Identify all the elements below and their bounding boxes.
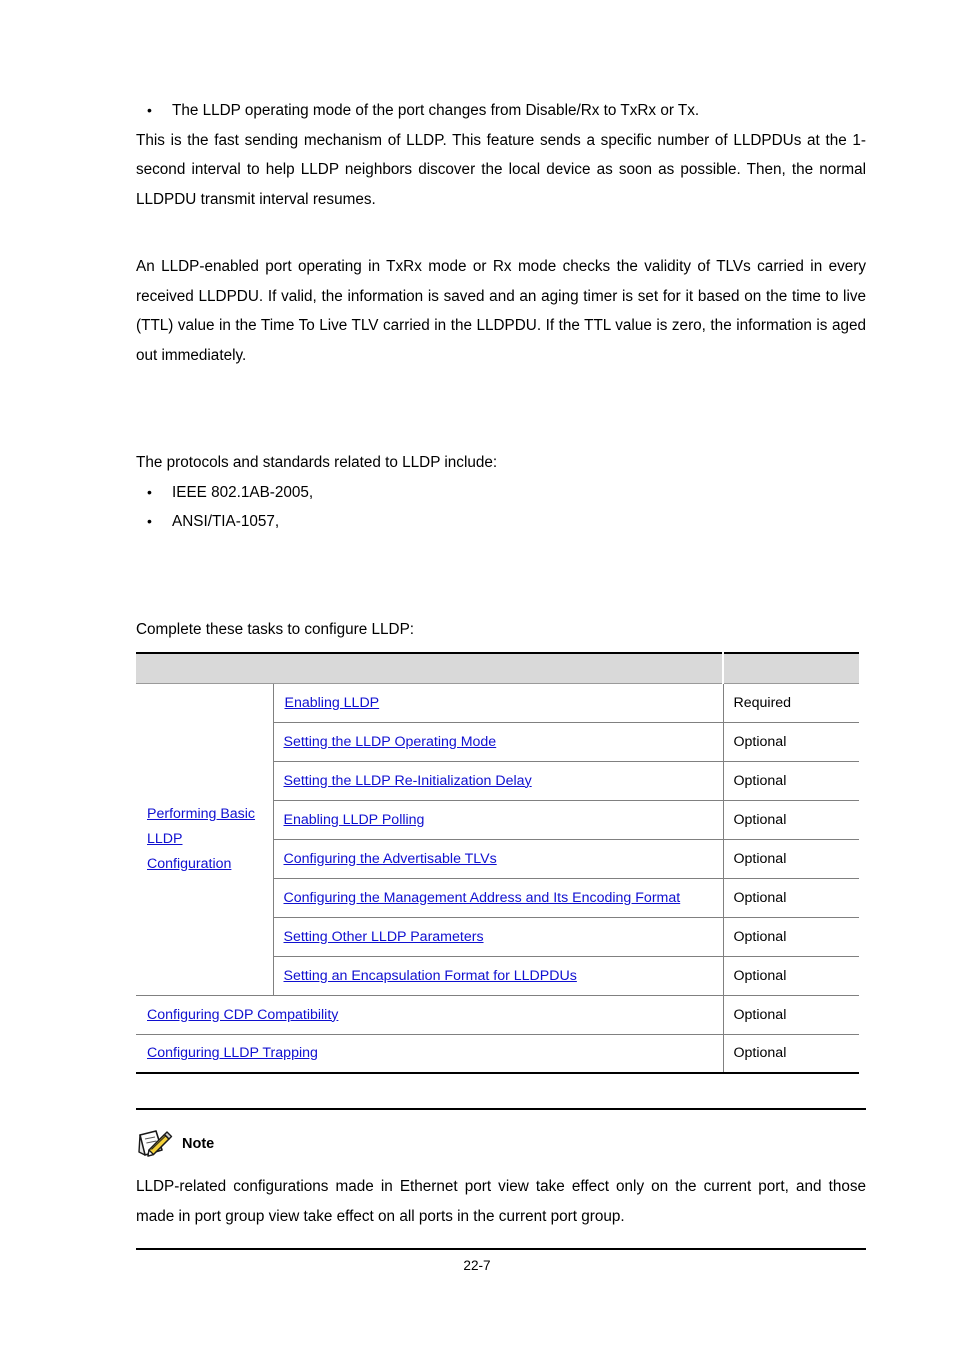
table-task-cell: Setting the LLDP Re-Initialization Delay	[273, 761, 723, 801]
table-requirement-cell: Optional	[722, 917, 859, 957]
group-link-line[interactable]: Performing Basic	[147, 806, 255, 822]
group-link-line[interactable]: LLDP	[147, 831, 183, 847]
task-link-advertisable-tlvs[interactable]: Configuring the Advertisable TLVs	[284, 851, 497, 867]
task-link-lldp-trapping[interactable]: Configuring LLDP Trapping	[147, 1045, 318, 1061]
task-link-setting-operating-mode[interactable]: Setting the LLDP Operating Mode	[284, 734, 497, 750]
table-task-cell: Configuring the Management Address and I…	[273, 878, 723, 918]
paragraph-ttl-aging: An LLDP-enabled port operating in TxRx m…	[136, 258, 866, 364]
performing-basic-lldp-configuration-link[interactable]: Performing Basic LLDP Configuration	[147, 806, 255, 872]
table-row: Performing Basic LLDP Configuration Enab…	[136, 683, 859, 996]
configuration-task-table: Performing Basic LLDP Configuration Enab…	[136, 652, 859, 1074]
table-task-cell: Configuring CDP Compatibility	[136, 995, 723, 1035]
note-callout: Note LLDP-related configurations made in…	[136, 1108, 866, 1250]
table-task-cell: Configuring the Advertisable TLVs	[273, 839, 723, 879]
table-requirement-cell: Optional	[722, 800, 859, 840]
page-content: The LLDP operating mode of the port chan…	[136, 96, 866, 1250]
table-requirement-cell: Optional	[722, 878, 859, 918]
top-bullet-list: The LLDP operating mode of the port chan…	[136, 96, 866, 126]
table-task-cell: Setting Other LLDP Parameters	[273, 917, 723, 957]
protocols-bullet-list: IEEE 802.1AB-2005, ANSI/TIA-1057,	[136, 478, 866, 537]
list-item: IEEE 802.1AB-2005,	[136, 478, 866, 508]
list-item: The LLDP operating mode of the port chan…	[136, 96, 866, 126]
table-header-requirement-cell	[723, 652, 859, 684]
table-requirement-cell: Optional	[722, 722, 859, 762]
table-task-cell: Configuring LLDP Trapping	[136, 1034, 723, 1074]
table-task-cell: Setting an Encapsulation Format for LLDP…	[273, 956, 723, 996]
table-requirement-cell: Optional	[722, 839, 859, 879]
task-link-cdp-compatibility[interactable]: Configuring CDP Compatibility	[147, 1007, 338, 1023]
document-page: The LLDP operating mode of the port chan…	[0, 0, 954, 1350]
table-requirement-cell: Optional	[722, 1034, 859, 1074]
protocol-standard-label: ANSI/TIA-1057,	[172, 513, 280, 530]
table-task-cell: Enabling LLDP	[273, 683, 723, 723]
table-task-cell: Setting the LLDP Operating Mode	[273, 722, 723, 762]
protocols-lead-in: The protocols and standards related to L…	[136, 454, 498, 471]
group-link-line[interactable]: Configuration	[147, 856, 231, 872]
table-header-row	[136, 652, 859, 684]
note-header: Note	[136, 1124, 866, 1164]
table-requirement-cell: Required	[722, 683, 859, 723]
table-requirement-cell: Optional	[722, 761, 859, 801]
note-body-text: LLDP-related configurations made in Ethe…	[136, 1178, 866, 1225]
table-task-cell: Enabling LLDP Polling	[273, 800, 723, 840]
page-footer: 22-7	[0, 1258, 954, 1273]
table-group-cell: Performing Basic LLDP Configuration	[136, 683, 274, 996]
table-row: Configuring LLDP Trapping Optional	[136, 1034, 859, 1074]
note-top-rule	[136, 1108, 866, 1110]
table-requirement-cell: Optional	[722, 995, 859, 1035]
task-link-reinitialization-delay[interactable]: Setting the LLDP Re-Initialization Delay	[284, 773, 532, 789]
task-link-enabling-lldp-polling[interactable]: Enabling LLDP Polling	[284, 812, 425, 828]
note-label: Note	[182, 1136, 215, 1152]
paragraph-fast-sending: This is the fast sending mechanism of LL…	[136, 131, 866, 208]
task-link-management-address[interactable]: Configuring the Management Address and I…	[284, 890, 681, 906]
page-number: 22-7	[463, 1258, 491, 1273]
table-requirement-cell: Optional	[722, 956, 859, 996]
task-link-enabling-lldp[interactable]: Enabling LLDP	[285, 695, 380, 711]
table-header-task-cell	[136, 652, 724, 684]
list-item: ANSI/TIA-1057,	[136, 507, 866, 537]
bullet-text: The LLDP operating mode of the port chan…	[172, 102, 700, 119]
task-link-other-lldp-parameters[interactable]: Setting Other LLDP Parameters	[284, 929, 484, 945]
table-row: Configuring CDP Compatibility Optional	[136, 995, 859, 1035]
note-bottom-rule	[136, 1248, 866, 1250]
task-link-encapsulation-format[interactable]: Setting an Encapsulation Format for LLDP…	[284, 968, 577, 984]
tasks-lead-in: Complete these tasks to configure LLDP:	[136, 620, 415, 638]
note-pencil-icon	[136, 1128, 176, 1160]
protocol-standard-label: IEEE 802.1AB-2005,	[172, 483, 314, 501]
